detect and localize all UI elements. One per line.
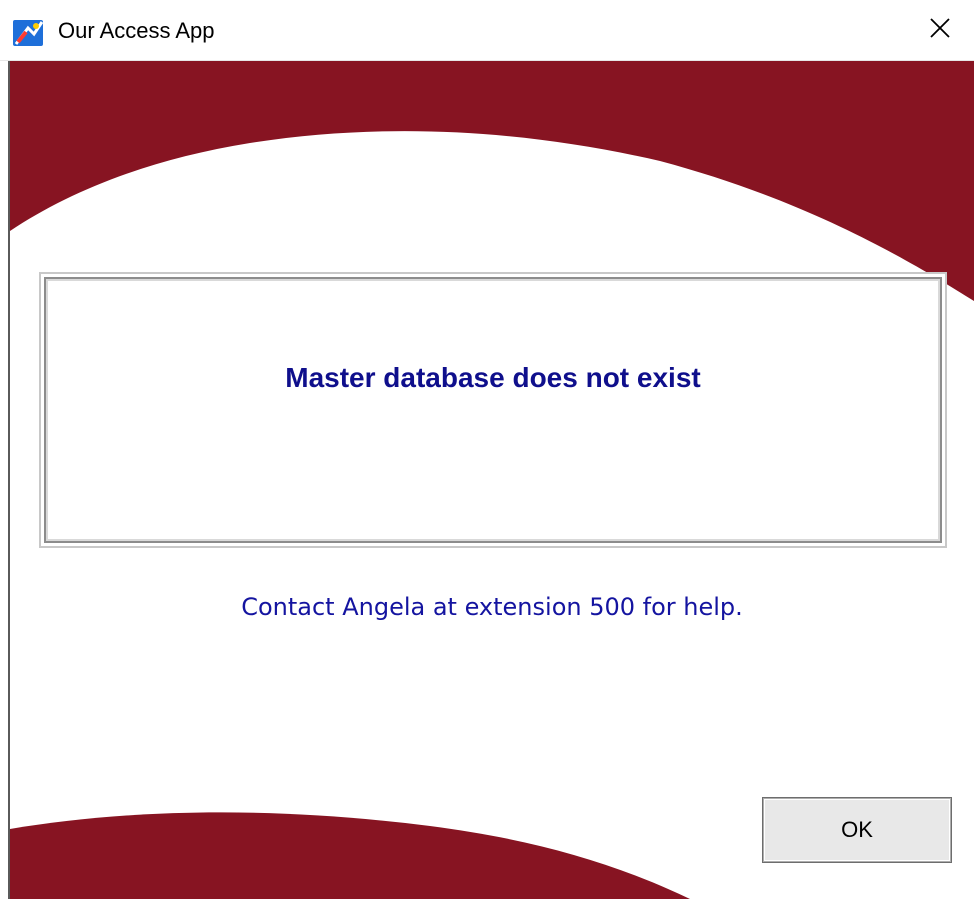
window-title: Our Access App [58, 18, 215, 43]
title-bar[interactable]: Our Access App [0, 0, 974, 61]
close-icon [929, 17, 951, 44]
dialog-client-area: Master database does not exist Contact A… [10, 61, 974, 899]
access-app-icon [12, 18, 46, 48]
error-message: Master database does not exist [285, 362, 701, 393]
dialog-window: Our Access App Master database does not … [0, 0, 974, 899]
ok-button[interactable]: OK [763, 798, 951, 862]
help-message: Contact Angela at extension 500 for help… [241, 593, 743, 621]
close-button[interactable] [906, 0, 974, 60]
message-panel: Master database does not exist [39, 272, 947, 548]
